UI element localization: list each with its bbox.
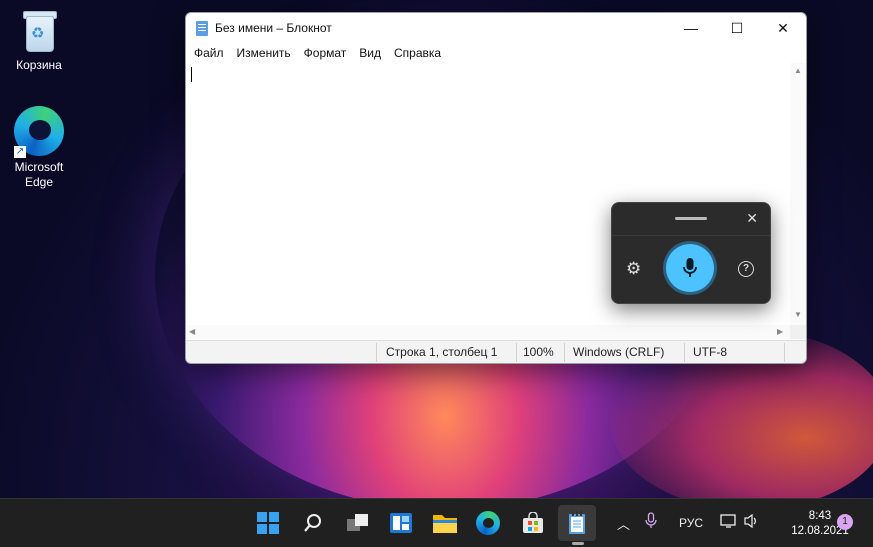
microphone-tray-icon[interactable] <box>645 512 657 533</box>
scroll-up-arrow-icon[interactable]: ▲ <box>794 66 802 75</box>
scroll-left-arrow-icon[interactable]: ◀ <box>189 327 195 336</box>
edge-icon <box>476 511 500 535</box>
notepad-icon <box>196 20 208 36</box>
task-view-button[interactable] <box>339 505 377 541</box>
shortcut-arrow-icon: ↗ <box>14 146 26 158</box>
edge-taskbar-button[interactable] <box>469 505 507 541</box>
store-bag-icon <box>523 512 543 533</box>
edge-icon: ↗ <box>14 106 64 158</box>
horizontal-scrollbar[interactable]: ◀ ▶ <box>186 325 790 339</box>
notepad-icon <box>569 511 585 534</box>
menu-file[interactable]: Файл <box>194 46 224 60</box>
status-bar: Строка 1, столбец 1 100% Windows (CRLF) … <box>186 340 806 363</box>
close-button[interactable]: ✕ <box>760 13 806 43</box>
recycle-bin-icon: ♻ <box>22 10 57 52</box>
store-button[interactable] <box>514 505 552 541</box>
desktop-icon-recycle-bin[interactable]: ♻ Корзина <box>4 10 74 73</box>
status-encoding: UTF-8 <box>693 345 727 359</box>
widgets-button[interactable] <box>382 505 420 541</box>
notepad-taskbar-button[interactable] <box>558 505 596 541</box>
status-line-endings: Windows (CRLF) <box>573 345 665 359</box>
microphone-icon <box>683 258 697 277</box>
scroll-right-arrow-icon[interactable]: ▶ <box>777 327 783 336</box>
minimize-button[interactable]: — <box>668 13 714 43</box>
language-indicator[interactable]: РУС <box>679 516 703 530</box>
microphone-button[interactable] <box>666 244 714 292</box>
window-title: Без имени – Блокнот <box>215 21 332 35</box>
menu-help[interactable]: Справка <box>394 46 441 60</box>
widgets-icon <box>390 513 412 533</box>
vertical-scrollbar[interactable]: ▲ ▼ <box>790 63 806 325</box>
drag-handle[interactable] <box>675 217 707 220</box>
status-zoom: 100% <box>523 345 554 359</box>
desktop-icon-label: Microsoft Edge <box>14 160 64 189</box>
search-icon <box>304 514 321 532</box>
desktop-icon-label: Корзина <box>16 58 62 72</box>
maximize-button[interactable]: ☐ <box>714 13 760 43</box>
help-icon[interactable]: ? <box>738 261 754 277</box>
active-app-indicator <box>572 542 584 545</box>
title-bar[interactable]: Без имени – Блокнот — ☐ ✕ <box>186 13 806 43</box>
desktop-icon-edge[interactable]: ↗ Microsoft Edge <box>4 106 74 190</box>
text-caret <box>191 67 192 82</box>
volume-icon[interactable] <box>743 513 761 532</box>
voice-close-icon[interactable]: ✕ <box>746 210 758 227</box>
start-button[interactable] <box>249 505 287 541</box>
settings-gear-icon[interactable]: ⚙ <box>626 259 641 279</box>
file-explorer-button[interactable] <box>426 505 464 541</box>
network-icon[interactable] <box>720 513 738 532</box>
taskbar: ︿ РУС 8:43 12.08.2021 <box>0 498 873 547</box>
menu-bar: Файл Изменить Формат Вид Справка <box>186 43 806 63</box>
voice-panel-header[interactable]: ✕ <box>612 203 770 236</box>
scroll-down-arrow-icon[interactable]: ▼ <box>794 310 802 319</box>
show-hidden-icons-chevron-icon[interactable]: ︿ <box>617 514 630 533</box>
menu-edit[interactable]: Изменить <box>237 46 291 60</box>
windows-logo-icon <box>257 512 279 534</box>
search-button[interactable] <box>294 505 332 541</box>
scrollbar-corner <box>790 325 806 339</box>
notification-badge[interactable]: 1 <box>837 514 853 530</box>
menu-format[interactable]: Формат <box>304 46 347 60</box>
menu-view[interactable]: Вид <box>359 46 381 60</box>
task-view-icon <box>347 514 368 531</box>
notepad-window[interactable]: Без имени – Блокнот — ☐ ✕ Файл Изменить … <box>185 12 807 364</box>
folder-icon <box>433 515 457 533</box>
voice-typing-panel[interactable]: ✕ ⚙ ? <box>611 202 771 304</box>
status-position: Строка 1, столбец 1 <box>386 345 498 359</box>
